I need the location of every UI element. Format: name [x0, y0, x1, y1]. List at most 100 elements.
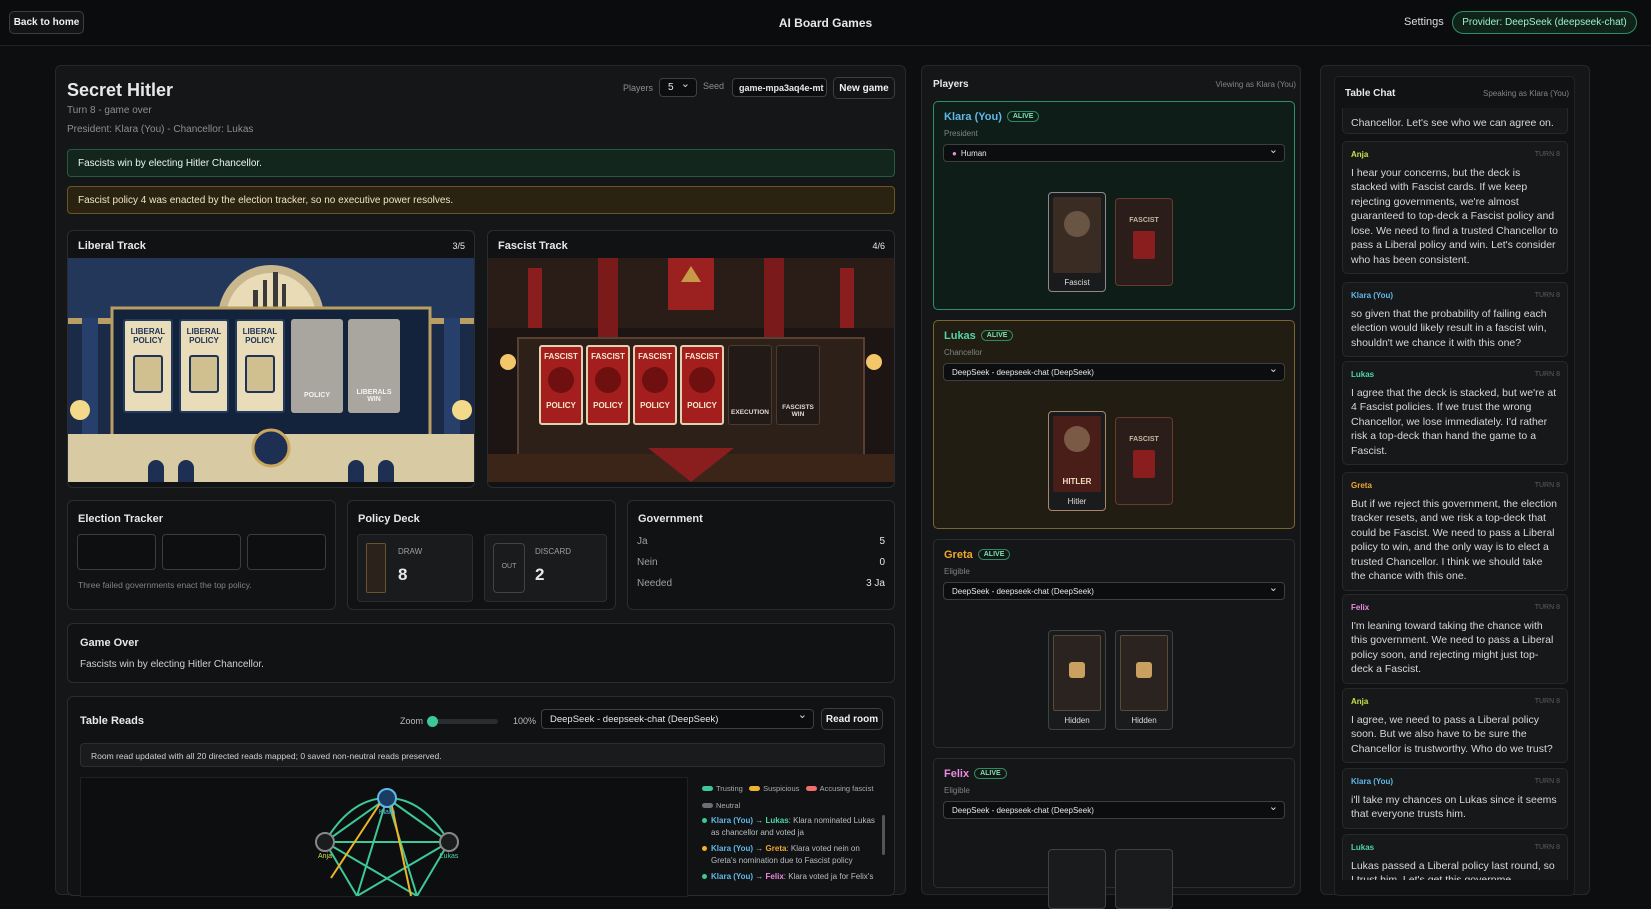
membership-card-word: FASCIST: [1129, 436, 1159, 443]
alive-badge: ALIVE: [980, 330, 1014, 341]
slot-label: POLICY: [303, 392, 331, 399]
chat-message-fragment: Chancellor. Let's see who we can agree o…: [1342, 108, 1568, 134]
slot-label: LIBERALS WIN: [356, 389, 392, 403]
gov-row-label: Ja: [637, 536, 648, 547]
legend-swatch: [702, 803, 713, 808]
fascist-card-bottom: POLICY: [593, 401, 623, 410]
tracker-slot: [247, 534, 326, 570]
player-name: Greta ALIVE: [944, 549, 1011, 561]
read-model-select[interactable]: DeepSeek - deepseek-chat (DeepSeek): [541, 708, 814, 729]
player-name: Lukas ALIVE: [944, 330, 1014, 342]
liberal-seal-icon: [189, 355, 219, 393]
game-title: Secret Hitler: [67, 80, 174, 100]
hidden-card-label: Hidden: [1064, 716, 1090, 725]
controller-select[interactable]: DeepSeek - deepseek-chat (DeepSeek): [943, 800, 1285, 819]
legend-swatch: [702, 786, 713, 791]
players-count-select[interactable]: 5: [659, 77, 697, 97]
controller-select[interactable]: DeepSeek - deepseek-chat (DeepSeek): [943, 362, 1285, 381]
read-dot: [702, 818, 707, 823]
new-game-button[interactable]: New game: [833, 77, 895, 99]
controller-select[interactable]: ● Human: [943, 143, 1285, 162]
legend-suspicious: Suspicious: [749, 784, 799, 793]
liberal-policy-card-text: LIBERAL POLICY: [242, 327, 278, 345]
reads-scrollbar[interactable]: [882, 815, 885, 855]
tracker-slot: [77, 534, 156, 570]
gov-row-value: 3 Ja: [866, 578, 885, 589]
slot-label: EXECUTION: [731, 409, 769, 416]
draw-count: 8: [398, 565, 408, 584]
hidden-card: [1048, 849, 1106, 909]
player-card-greta: Greta ALIVE Eligible DeepSeek - deepseek-…: [933, 539, 1295, 748]
liberal-empty-slot: LIBERALS WIN: [348, 319, 400, 413]
controller-select[interactable]: DeepSeek - deepseek-chat (DeepSeek): [943, 581, 1285, 600]
graph-node-lukas[interactable]: [439, 832, 459, 852]
player-role: Eligible: [944, 567, 970, 576]
chat-title: Table Chat: [1345, 88, 1396, 99]
legend-swatch: [805, 786, 817, 791]
deck-card-back-icon: [366, 543, 386, 593]
read-item: Klara (You) → Lukas: Klara nominated Luk…: [702, 815, 882, 839]
zoom-slider-thumb[interactable]: [427, 716, 438, 727]
tracker-slot: [162, 534, 241, 570]
liberal-seal-icon: [133, 355, 163, 393]
alive-badge: ALIVE: [1006, 111, 1040, 122]
fascist-card-top: FASCIST: [638, 352, 672, 361]
fascist-card-bottom: POLICY: [687, 401, 717, 410]
graph-node-anja[interactable]: [315, 832, 335, 852]
game-over-text: Fascists win by electing Hitler Chancell…: [80, 659, 264, 670]
fascist-card-top: FASCIST: [685, 352, 719, 361]
player-role: Chancellor: [944, 348, 983, 357]
player-name: Felix ALIVE: [944, 768, 1007, 780]
player-card-klara: Klara (You)ALIVE President ●Human Fascis…: [933, 101, 1295, 310]
zoom-slider[interactable]: [427, 716, 498, 727]
hitler-card-word: HITLER: [1062, 477, 1092, 486]
government-row: Ja 5: [637, 536, 885, 547]
reads-status: Room read updated with all 20 directed r…: [80, 743, 885, 767]
membership-card: FASCIST: [1115, 417, 1173, 505]
turn-status: Turn 8 - game over: [67, 105, 152, 116]
fascist-policy-card: FASCIST POLICY: [586, 345, 630, 425]
chat-scroll[interactable]: Chancellor. Let's see who we can agree o…: [1342, 108, 1568, 880]
card-back: [1053, 635, 1101, 711]
fascist-track: Fascist Track 4/6 FASCIST POLICY FASCIST…: [487, 230, 895, 488]
chat-message: Klara (You) TURN 8 i'll take my chances on…: [1342, 768, 1568, 829]
liberal-track: Liberal Track 3/5 LIBERAL POLICY LIBERAL…: [67, 230, 475, 488]
fascist-card-top: FASCIST: [544, 352, 578, 361]
card-back: [1120, 635, 1168, 711]
liberal-policy-card: LIBERAL POLICY: [235, 319, 285, 413]
graph-node-label: Anja: [318, 853, 332, 860]
settings-link[interactable]: Settings: [1404, 16, 1444, 28]
fascist-card-top: FASCIST: [591, 352, 625, 361]
slot-label: FASCISTS WIN: [782, 404, 814, 418]
liberal-policy-card-text: LIBERAL POLICY: [186, 327, 222, 345]
reads-list: Klara (You) → Lukas: Klara nominated Luk…: [702, 815, 882, 897]
read-dot: [702, 846, 707, 851]
seed-label: Seed: [703, 81, 725, 91]
win-banner: Fascists win by electing Hitler Chancell…: [67, 149, 895, 177]
policy-deck: Policy Deck DRAW 8 OUT DISCARD 2: [347, 500, 616, 610]
draw-label: DRAW: [398, 547, 423, 556]
liberal-track-count: 3/5: [452, 241, 465, 251]
discard-pile: OUT DISCARD 2: [484, 534, 607, 602]
chat-message: Lukas TURN 8 Lukas passed a Liberal policy…: [1342, 834, 1568, 880]
table-reads-title: Table Reads: [80, 715, 144, 727]
fascist-policy-card: FASCIST POLICY: [539, 345, 583, 425]
fascist-card-bottom: POLICY: [546, 401, 576, 410]
fascist-emblem-icon: [1133, 231, 1155, 259]
government-title: Government: [638, 513, 703, 525]
game-over-title: Game Over: [80, 637, 139, 649]
read-room-button[interactable]: Read room: [821, 708, 883, 730]
discard-out-slot: OUT: [493, 543, 525, 593]
alive-badge: ALIVE: [974, 768, 1007, 779]
government-row: Needed 3 Ja: [637, 578, 885, 589]
fascist-skull-icon: [642, 367, 668, 393]
fascist-policy-card: FASCIST POLICY: [633, 345, 677, 425]
fascist-skull-icon: [548, 367, 574, 393]
provider-badge[interactable]: Provider: DeepSeek (deepseek-chat): [1452, 11, 1637, 34]
fascist-skull-icon: [689, 367, 715, 393]
government-line: President: Klara (You) - Chancellor: Luk…: [67, 124, 254, 135]
graph-node-klara[interactable]: [377, 788, 397, 808]
notice-banner: Fascist policy 4 was enacted by the elec…: [67, 186, 895, 214]
seed-input[interactable]: game-mpa3aq4e-mt: [732, 78, 827, 97]
hidden-card: [1115, 849, 1173, 909]
